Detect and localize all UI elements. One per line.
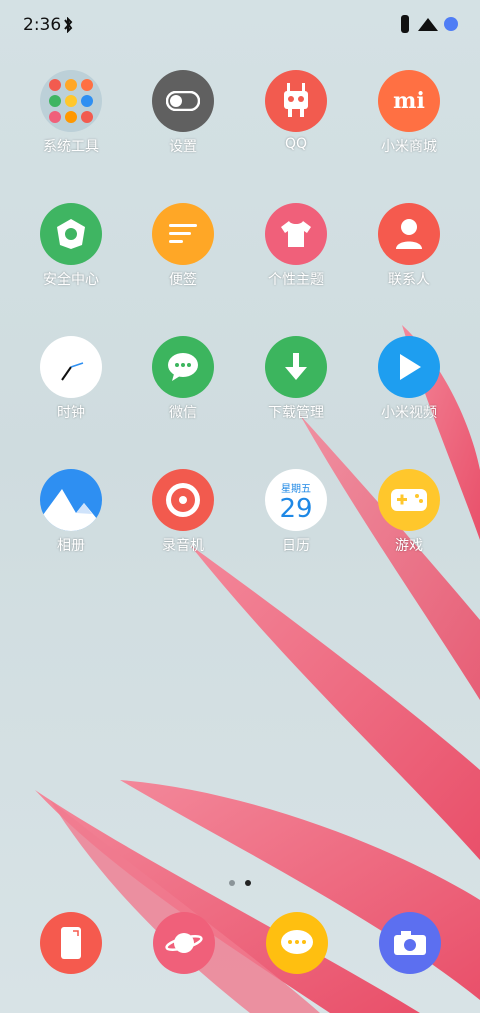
gallery-mountain-icon (40, 469, 102, 531)
qq-robot-icon (265, 70, 327, 132)
page-dot[interactable] (229, 880, 235, 886)
app-games[interactable]: 游戏 (354, 469, 464, 579)
security-shield-icon (40, 203, 102, 265)
system-tools-folder-icon (40, 70, 102, 132)
app-label: 相册 (57, 538, 85, 554)
themes-shirt-icon (265, 203, 327, 265)
app-label: 游戏 (395, 538, 423, 554)
app-settings[interactable]: 设置 (128, 70, 238, 180)
app-label: 个性主题 (268, 272, 324, 288)
calendar-day: 29 (279, 493, 313, 524)
mi-logo: mi (393, 88, 425, 114)
game-controller-icon (378, 469, 440, 531)
app-calendar[interactable]: 星期五 29 日历 (241, 469, 351, 579)
notes-icon (152, 203, 214, 265)
notification-dot-icon (444, 17, 458, 31)
bluetooth-icon (64, 17, 73, 33)
dock (0, 912, 480, 982)
app-mi-video[interactable]: 小米视频 (354, 336, 464, 446)
wechat-icon (152, 336, 214, 398)
app-system-tools[interactable]: 系统工具 (16, 70, 126, 180)
battery-icon (401, 15, 409, 33)
status-bar: 2:36 (0, 0, 480, 52)
app-label: 时钟 (57, 405, 85, 421)
app-recorder[interactable]: 录音机 (128, 469, 238, 579)
settings-toggle-icon (152, 70, 214, 132)
app-label: 安全中心 (43, 272, 99, 288)
browser-planet-icon[interactable] (153, 912, 215, 974)
app-contacts[interactable]: 联系人 (354, 203, 464, 313)
clock-icon (40, 336, 102, 398)
mi-store-icon: mi (378, 70, 440, 132)
app-label: QQ (284, 136, 308, 152)
contacts-person-icon (378, 203, 440, 265)
signal-icon (418, 18, 438, 31)
app-mi-store[interactable]: mi 小米商城 (354, 70, 464, 180)
app-label: 录音机 (162, 538, 204, 554)
phone-icon[interactable] (40, 912, 102, 974)
download-arrow-icon (265, 336, 327, 398)
app-wechat[interactable]: 微信 (128, 336, 238, 446)
app-label: 微信 (169, 405, 197, 421)
camera-icon[interactable] (379, 912, 441, 974)
page-dot-active[interactable] (245, 880, 251, 886)
app-label: 小米商城 (381, 139, 437, 155)
app-downloads[interactable]: 下载管理 (241, 336, 351, 446)
status-time: 2:36 (23, 15, 62, 35)
video-play-icon (378, 336, 440, 398)
app-label: 联系人 (388, 272, 430, 288)
app-notes[interactable]: 便签 (128, 203, 238, 313)
page-indicator (224, 871, 256, 890)
app-security-center[interactable]: 安全中心 (16, 203, 126, 313)
app-gallery[interactable]: 相册 (16, 469, 126, 579)
app-label: 系统工具 (43, 139, 99, 155)
app-clock[interactable]: 时钟 (16, 336, 126, 446)
app-label: 下载管理 (268, 405, 324, 421)
messages-icon[interactable] (266, 912, 328, 974)
app-label: 小米视频 (381, 405, 437, 421)
recorder-icon (152, 469, 214, 531)
app-label: 设置 (169, 139, 197, 155)
app-qq[interactable]: QQ (241, 70, 351, 180)
app-label: 便签 (169, 272, 197, 288)
app-themes[interactable]: 个性主题 (241, 203, 351, 313)
app-label: 日历 (282, 538, 310, 554)
calendar-weekday: 星期五 (281, 483, 311, 495)
calendar-icon: 星期五 29 (265, 469, 327, 531)
